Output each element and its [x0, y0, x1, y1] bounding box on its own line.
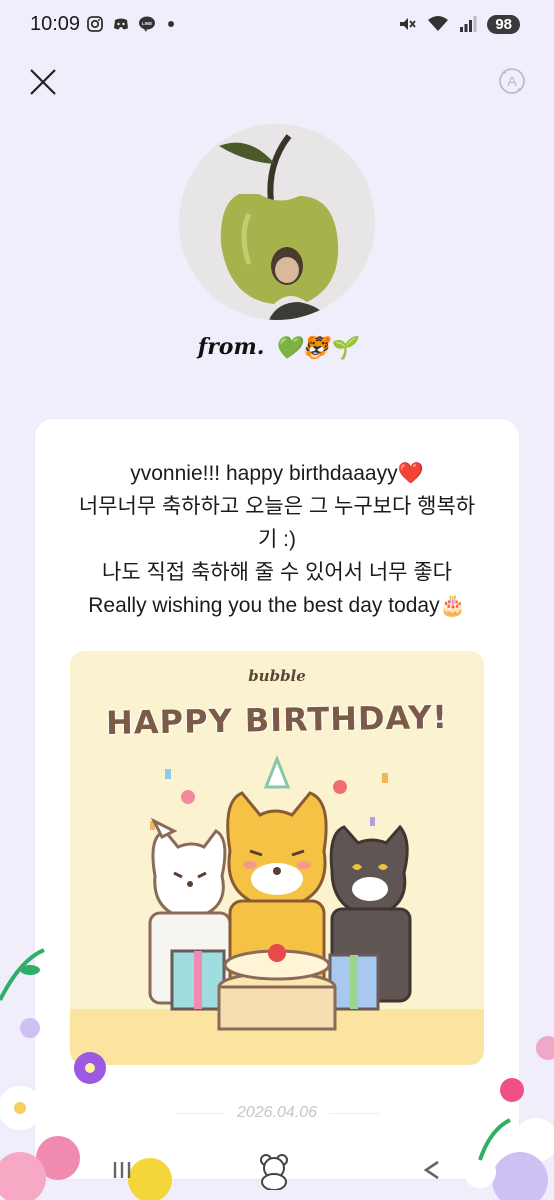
status-bar: 10:09 LINE 98 [0, 0, 554, 52]
back-icon[interactable] [412, 1150, 452, 1190]
shiba-dogs-illustration [70, 754, 484, 1065]
more-notifications-dot [168, 21, 174, 27]
translate-button[interactable]: A [498, 67, 526, 95]
sender-avatar [179, 124, 375, 320]
letter-message: yvonnie!!! happy birthdaaayy❤️ 너무너무 축하하고… [35, 457, 519, 622]
apple-costume-photo [179, 124, 375, 320]
battery-level: 98 [487, 14, 520, 34]
svg-text:A: A [507, 73, 517, 89]
status-system-icons: 98 [397, 14, 520, 34]
letter-card: yvonnie!!! happy birthdaaayy❤️ 너무너무 축하하고… [35, 419, 519, 1179]
mute-icon [400, 18, 417, 30]
letter-line: 너무너무 축하하고 오늘은 그 누구보다 행복하 [78, 495, 476, 518]
close-icon[interactable] [27, 66, 59, 98]
wifi-icon [428, 16, 449, 31]
from-label: from. [197, 334, 265, 360]
birthday-card-image[interactable]: bubble HAPPY BIRTHDAY! [70, 651, 484, 1065]
letter-date: 2026.04.06 [236, 1104, 318, 1121]
translate-icon: A [499, 68, 525, 94]
svg-text:LINE: LINE [142, 21, 152, 26]
letter-line: yvonnie!!! happy birthdaaayy❤️ [130, 462, 424, 485]
instagram-icon [87, 16, 103, 32]
recent-apps-icon[interactable] [102, 1150, 142, 1190]
letter-line: 나도 직접 축하해 줄 수 있어서 너무 좋다 [102, 561, 452, 584]
letter-line: Really wishing you the best day today🎂 [88, 594, 466, 617]
sender-emojis: 💚🐯🌱 [274, 335, 357, 361]
status-notification-icons: LINE [86, 15, 174, 33]
sender-name: from. 💚🐯🌱 [0, 334, 554, 361]
status-time: 10:09 [30, 13, 81, 35]
home-icon[interactable] [254, 1150, 294, 1190]
date-divider [329, 1113, 379, 1114]
line-icon: LINE [139, 16, 155, 32]
system-nav-bar [0, 1140, 554, 1200]
discord-icon [114, 18, 128, 30]
letter-line: 기 :) [258, 528, 296, 551]
signal-icon [460, 16, 477, 32]
